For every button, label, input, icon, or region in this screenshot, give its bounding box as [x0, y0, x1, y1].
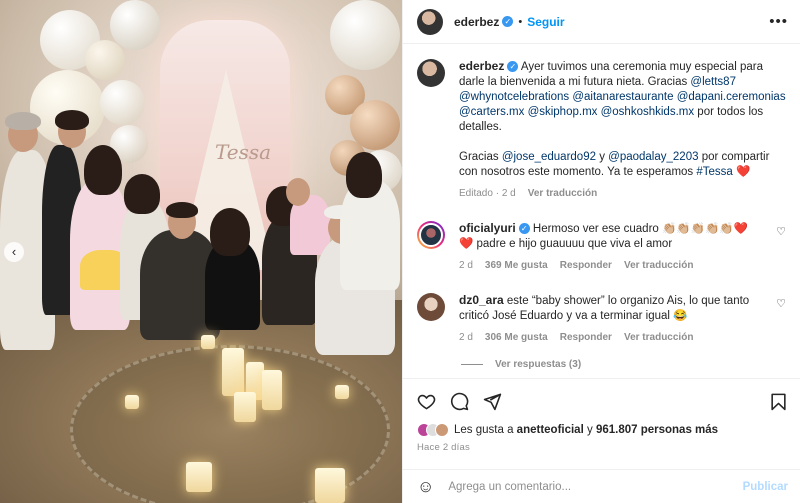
verified-badge-icon: ✓ [507, 61, 519, 73]
verified-badge-icon: ✓ [502, 16, 514, 27]
balloon-garland [110, 0, 160, 50]
mention-link[interactable]: @paodalay_2203 [608, 151, 698, 163]
publish-button[interactable]: Publicar [743, 481, 788, 493]
comment-meta: 2 d 306 Me gusta Responder Ver traducció… [459, 330, 760, 345]
emoji-picker-icon[interactable]: ☺ [417, 477, 434, 497]
reply-button[interactable]: Responder [560, 330, 612, 345]
reply-button[interactable]: Responder [560, 258, 612, 273]
balloon-garland [100, 80, 145, 125]
header-separator: • [518, 15, 523, 28]
caption-meta: Editado · 2 d Ver traducción [459, 186, 598, 201]
comment-meta: 2 d 369 Me gusta Responder Ver traducció… [459, 258, 760, 273]
person-hair [84, 145, 122, 195]
post-actions: Les gusta a anetteoficial y 961.807 pers… [403, 378, 800, 453]
candle [315, 468, 345, 503]
person-hair [55, 110, 89, 130]
caption-author-username[interactable]: ederbez [459, 59, 504, 73]
likes-prefix: Les gusta a [454, 424, 514, 436]
comment-item: dz0_ara este “baby shower” lo organizo A… [417, 293, 788, 345]
commenter-avatar[interactable] [417, 221, 445, 249]
carousel-prev-button[interactable]: ‹ [4, 242, 24, 262]
candle [234, 392, 256, 422]
like-heart-icon[interactable] [417, 392, 436, 411]
person-hair [124, 174, 160, 214]
translate-link[interactable]: Ver traducción [624, 330, 693, 345]
commenter-username[interactable]: dz0_ara [459, 293, 504, 307]
comment-bubble-icon[interactable] [450, 392, 469, 411]
backdrop-sign: Tessa [215, 140, 272, 164]
comment-input[interactable] [448, 480, 743, 493]
mention-link[interactable]: @dapani.ceremonias [677, 91, 786, 103]
mention-link[interactable]: @skiphop.mx [528, 106, 598, 118]
post-side-panel: ederbez ✓ • Seguir ••• ederbez ✓ Ayer tuv… [402, 0, 800, 503]
mention-link[interactable]: @whynotcelebrations [459, 91, 569, 103]
post-time-ago[interactable]: Hace 2 días [417, 442, 788, 453]
add-comment-bar: ☺ Publicar [403, 469, 800, 503]
mention-link[interactable]: @letts87 [690, 76, 736, 88]
person-hair [166, 202, 198, 218]
translate-link[interactable]: Ver traducción [528, 186, 597, 201]
hashtag-link[interactable]: #Tessa [696, 166, 732, 178]
balloon-garland [85, 40, 125, 80]
like-comment-heart-icon[interactable]: ♡ [774, 225, 788, 273]
comments-list[interactable]: ederbez ✓ Ayer tuvimos una ceremonia muy … [403, 45, 800, 378]
person-hair [346, 152, 382, 198]
comment-likes-count[interactable]: 369 Me gusta [485, 258, 548, 273]
likes-connector: y [586, 424, 593, 436]
more-options-icon[interactable]: ••• [769, 13, 788, 30]
bookmark-icon[interactable] [769, 392, 788, 411]
caption-body: ederbez ✓ Ayer tuvimos una ceremonia muy … [459, 59, 788, 201]
mention-link[interactable]: @aitanarestaurante [572, 91, 673, 103]
verified-badge-icon: ✓ [518, 223, 530, 235]
comment-likes-count[interactable]: 306 Me gusta [485, 330, 548, 345]
candle [125, 395, 139, 409]
like-comment-heart-icon[interactable]: ♡ [774, 297, 788, 345]
follow-button[interactable]: Seguir [527, 15, 564, 29]
likes-summary[interactable]: Les gusta a anetteoficial y 961.807 pers… [417, 423, 788, 437]
candle [222, 348, 244, 396]
comment-body: dz0_ara este “baby shower” lo organizo A… [459, 293, 760, 345]
translate-link[interactable]: Ver traducción [624, 258, 693, 273]
candle [262, 370, 282, 410]
comment-time[interactable]: 2 d [459, 330, 473, 345]
author-username[interactable]: ederbez [454, 15, 499, 29]
balloon-garland [330, 0, 400, 70]
person-head [286, 178, 310, 206]
mention-link[interactable]: @jose_eduardo92 [502, 151, 596, 163]
edited-label: Editado [459, 188, 493, 199]
person-hair [210, 208, 250, 256]
commenter-avatar[interactable] [417, 293, 445, 321]
likes-text: Les gusta a anetteoficial y 961.807 pers… [454, 424, 718, 436]
post-header: ederbez ✓ • Seguir ••• [403, 0, 800, 44]
caption-text: Gracias [459, 151, 499, 163]
red-heart-emoji: ❤️ [736, 166, 751, 178]
replies-divider [461, 364, 483, 365]
share-send-icon[interactable] [483, 392, 502, 411]
view-replies-label: Ver respuestas (3) [495, 359, 582, 370]
candle [201, 335, 215, 349]
author-avatar[interactable] [417, 8, 443, 35]
view-replies-button[interactable]: Ver respuestas (3) [461, 359, 788, 370]
action-bar [417, 389, 788, 413]
commenter-username[interactable]: oficialyuri [459, 221, 516, 235]
comment-time[interactable]: 2 d [459, 258, 473, 273]
candle [186, 462, 212, 492]
comment-item: oficialyuri ✓ Hermoso ver ese cuadro 👏🏼👏🏼… [417, 221, 788, 273]
mention-link[interactable]: @oshkoshkids.mx [601, 106, 694, 118]
caption-author-avatar[interactable] [417, 59, 445, 87]
comment-body: oficialyuri ✓ Hermoso ver ese cuadro 👏🏼👏🏼… [459, 221, 760, 273]
caption-text: y [599, 151, 605, 163]
mention-link[interactable]: @carters.mx [459, 106, 524, 118]
post-caption: ederbez ✓ Ayer tuvimos una ceremonia muy … [417, 59, 788, 201]
person-hair [5, 112, 41, 130]
liker-avatar [435, 423, 449, 437]
post-photo[interactable]: Tessa ‹ [0, 0, 402, 503]
caption-time[interactable]: 2 d [502, 188, 516, 199]
likes-count[interactable]: 961.807 personas más [596, 424, 718, 436]
liker-username[interactable]: anetteoficial [517, 424, 584, 436]
candle [335, 385, 349, 399]
